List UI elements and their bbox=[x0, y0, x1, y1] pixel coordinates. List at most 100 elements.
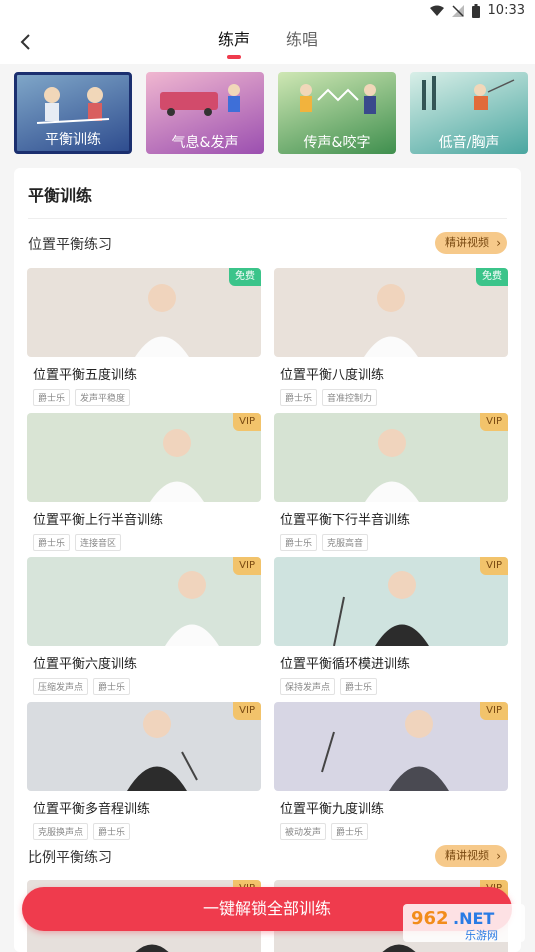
training-card[interactable]: 免费 位置平衡八度训练 爵士乐 音准控制力 bbox=[274, 268, 508, 406]
card-tag: 保持发声点 bbox=[280, 678, 336, 695]
card-tags: 克服换声点 爵士乐 bbox=[27, 823, 261, 840]
card-tags: 爵士乐 克服高音 bbox=[274, 534, 508, 551]
card-thumbnail: 免费 bbox=[274, 268, 508, 357]
card-title: 位置平衡上行半音训练 bbox=[33, 513, 164, 528]
svg-text:962: 962 bbox=[411, 908, 449, 929]
card-thumbnail: VIP bbox=[274, 702, 508, 791]
section-title: 比例平衡练习 bbox=[28, 850, 112, 866]
category-illustration bbox=[422, 76, 515, 110]
category-illustration bbox=[300, 84, 376, 114]
divider bbox=[28, 218, 507, 219]
back-icon[interactable] bbox=[14, 30, 38, 54]
card-thumbnail: VIP bbox=[27, 702, 261, 791]
status-bar: 10:33 bbox=[0, 0, 535, 24]
card-tag: 爵士乐 bbox=[331, 823, 369, 840]
card-tags: 爵士乐 发声平稳度 bbox=[27, 389, 261, 406]
person-image bbox=[365, 429, 419, 502]
card-thumbnail: VIP bbox=[274, 557, 508, 646]
status-time: 10:33 bbox=[487, 3, 525, 18]
training-card[interactable]: VIP 位置平衡下行半音训练 爵士乐 克服高音 bbox=[274, 413, 508, 551]
category-row: 平衡训练 气息&发声 传声&咬字 低音/胸声 bbox=[14, 72, 535, 158]
card-tag: 音准控制力 bbox=[322, 389, 378, 406]
person-image bbox=[364, 284, 418, 357]
card-tag: 克服换声点 bbox=[33, 823, 89, 840]
card-tags: 爵士乐 音准控制力 bbox=[274, 389, 508, 406]
card-title: 位置平衡五度训练 bbox=[33, 368, 138, 383]
card-tag: 爵士乐 bbox=[280, 389, 318, 406]
card-tag: 压缩发声点 bbox=[33, 678, 89, 695]
card-title: 位置平衡六度训练 bbox=[33, 657, 138, 672]
category-label: 传声&咬字 bbox=[303, 135, 371, 151]
detail-video-label: 精讲视频 bbox=[445, 236, 489, 249]
card-thumbnail: 免费 bbox=[27, 268, 261, 357]
section-header: 比例平衡练习 精讲视频 › bbox=[28, 845, 507, 869]
card-tag: 爵士乐 bbox=[33, 534, 71, 551]
svg-text:乐游网: 乐游网 bbox=[465, 929, 498, 942]
training-card[interactable]: VIP 位置平衡多音程训练 克服换声点 爵士乐 bbox=[27, 702, 261, 840]
card-tag: 克服高音 bbox=[322, 534, 369, 551]
card-tag: 发声平稳度 bbox=[75, 389, 131, 406]
vip-badge: VIP bbox=[480, 413, 508, 431]
category-illustration bbox=[160, 84, 240, 116]
card-tag: 被动发声 bbox=[280, 823, 327, 840]
card-title: 位置平衡循环模进训练 bbox=[280, 657, 411, 672]
card-thumbnail: VIP bbox=[27, 413, 261, 502]
chevron-right-icon: › bbox=[496, 849, 501, 863]
vip-badge: VIP bbox=[480, 702, 508, 720]
chevron-right-icon: › bbox=[496, 236, 501, 250]
card-title: 位置平衡下行半音训练 bbox=[280, 513, 411, 528]
card-title: 位置平衡八度训练 bbox=[280, 368, 385, 383]
status-icons: 10:33 bbox=[429, 3, 525, 18]
card-tags: 压缩发声点 爵士乐 bbox=[27, 678, 261, 695]
category-label: 平衡训练 bbox=[45, 132, 101, 148]
tab-bar: 练声 练唱 bbox=[218, 30, 318, 58]
card-tag: 爵士乐 bbox=[340, 678, 378, 695]
card-tags: 保持发声点 爵士乐 bbox=[274, 678, 508, 695]
site-watermark: 962 .NET 乐游网 bbox=[403, 900, 527, 944]
category-projection[interactable]: 传声&咬字 bbox=[278, 72, 396, 154]
card-thumbnail: VIP bbox=[274, 413, 508, 502]
category-label: 气息&发声 bbox=[171, 135, 239, 151]
signal-icon bbox=[451, 4, 464, 17]
person-image bbox=[165, 571, 219, 646]
person-image bbox=[150, 429, 204, 502]
category-illustration bbox=[36, 87, 110, 124]
category-balance[interactable]: 平衡训练 bbox=[14, 72, 132, 154]
wifi-icon bbox=[429, 5, 444, 16]
vip-badge: VIP bbox=[233, 413, 261, 431]
vip-badge: VIP bbox=[233, 557, 261, 575]
section-title: 位置平衡练习 bbox=[28, 237, 112, 253]
detail-video-button[interactable]: 精讲视频 › bbox=[435, 845, 507, 867]
card-tag: 爵士乐 bbox=[280, 534, 318, 551]
category-label: 低音/胸声 bbox=[438, 135, 500, 151]
card-tag: 连接音区 bbox=[75, 534, 122, 551]
tab-lian-chang[interactable]: 练唱 bbox=[286, 30, 318, 58]
category-low-voice[interactable]: 低音/胸声 bbox=[410, 72, 528, 154]
card-tags: 爵士乐 连接音区 bbox=[27, 534, 261, 551]
person-image bbox=[135, 284, 189, 357]
card-tag: 爵士乐 bbox=[93, 678, 131, 695]
card-title: 位置平衡九度训练 bbox=[280, 802, 385, 817]
free-badge: 免费 bbox=[476, 268, 508, 286]
training-card[interactable]: VIP 位置平衡循环模进训练 保持发声点 爵士乐 bbox=[274, 557, 508, 695]
detail-video-label: 精讲视频 bbox=[445, 849, 489, 862]
vip-badge: VIP bbox=[233, 702, 261, 720]
watermark-logo: 962 .NET 乐游网 bbox=[403, 904, 525, 942]
detail-video-button[interactable]: 精讲视频 › bbox=[435, 232, 507, 254]
training-card[interactable]: VIP 位置平衡六度训练 压缩发声点 爵士乐 bbox=[27, 557, 261, 695]
svg-text:.NET: .NET bbox=[453, 909, 494, 928]
tab-lian-sheng[interactable]: 练声 bbox=[218, 30, 250, 58]
section-header: 位置平衡练习 精讲视频 › bbox=[28, 232, 507, 256]
vip-badge: VIP bbox=[480, 557, 508, 575]
training-card[interactable]: VIP 位置平衡九度训练 被动发声 爵士乐 bbox=[274, 702, 508, 840]
free-badge: 免费 bbox=[229, 268, 261, 286]
training-card[interactable]: VIP 位置平衡上行半音训练 爵士乐 连接音区 bbox=[27, 413, 261, 551]
battery-icon bbox=[471, 3, 480, 18]
person-image bbox=[127, 710, 198, 791]
card-tags: 被动发声 爵士乐 bbox=[274, 823, 508, 840]
category-breath[interactable]: 气息&发声 bbox=[146, 72, 264, 154]
card-tag: 爵士乐 bbox=[93, 823, 131, 840]
training-card[interactable]: 免费 位置平衡五度训练 爵士乐 发声平稳度 bbox=[27, 268, 261, 406]
person-image bbox=[321, 710, 449, 791]
header: 练声 练唱 bbox=[0, 24, 535, 64]
